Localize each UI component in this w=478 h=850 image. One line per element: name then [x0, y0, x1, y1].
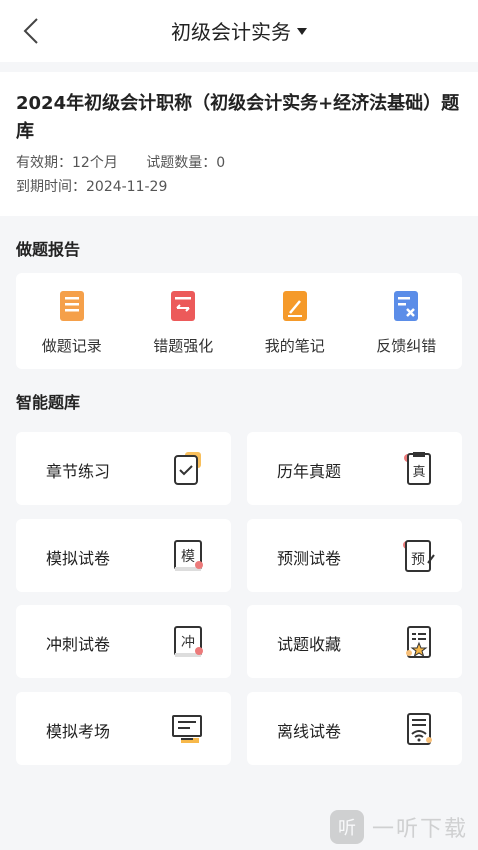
- tile-favorites[interactable]: 试题收藏: [247, 605, 462, 678]
- watermark: 听 一听下载: [329, 810, 468, 844]
- tile-label: 冲刺试卷: [46, 635, 111, 654]
- tile-chapter-practice[interactable]: 章节练习: [16, 432, 231, 505]
- forecast-paper-glyph: 预: [411, 552, 425, 568]
- report-item-wrong[interactable]: 错题强化: [128, 273, 240, 369]
- tile-past-papers[interactable]: 历年真题 真: [247, 432, 462, 505]
- offline-paper-icon: [398, 710, 438, 748]
- tile-mock-paper[interactable]: 模拟试卷 模: [16, 519, 231, 592]
- mock-paper-icon: 模: [167, 537, 207, 575]
- record-icon: [57, 289, 87, 323]
- tile-label: 历年真题: [277, 462, 342, 481]
- tile-offline-paper[interactable]: 离线试卷: [247, 692, 462, 765]
- past-papers-icon: 真: [398, 450, 438, 488]
- report-item-label: 错题强化: [153, 337, 214, 355]
- report-item-label: 反馈纠错: [376, 337, 437, 355]
- bank-meta-row: 有效期：12个月 试题数量：0: [16, 152, 462, 174]
- tile-label: 章节练习: [46, 462, 111, 481]
- watermark-text: 一听下载: [371, 817, 468, 842]
- report-item-record[interactable]: 做题记录: [16, 273, 128, 369]
- page-title: 初级会计实务: [171, 20, 291, 44]
- mock-paper-glyph: 模: [181, 549, 195, 565]
- tile-label: 模拟考场: [46, 722, 111, 741]
- tile-label: 模拟试卷: [46, 549, 111, 568]
- validity-text: 有效期：12个月: [16, 155, 118, 171]
- question-bank-title: 2024年初级会计职称（初级会计实务+经济法基础）题库: [16, 93, 460, 142]
- tile-label: 离线试卷: [277, 722, 342, 741]
- tile-sprint-paper[interactable]: 冲刺试卷 冲: [16, 605, 231, 678]
- question-count-text: 试题数量：0: [146, 155, 226, 171]
- report-item-label: 做题记录: [41, 337, 102, 355]
- smart-section-title: 智能题库: [16, 393, 81, 412]
- past-papers-glyph: 真: [412, 465, 425, 480]
- favorites-icon: [398, 623, 438, 661]
- expiry-text: 到期时间：2024-11-29: [16, 179, 168, 195]
- tile-label: 预测试卷: [277, 549, 342, 568]
- sprint-paper-glyph: 冲: [181, 635, 195, 651]
- feedback-icon: [391, 289, 421, 323]
- mock-exam-room-icon: [167, 710, 207, 748]
- report-section-title: 做题报告: [16, 240, 81, 259]
- report-item-feedback[interactable]: 反馈纠错: [351, 273, 463, 369]
- report-item-notes[interactable]: 我的笔记: [239, 273, 351, 369]
- tile-forecast-paper[interactable]: 预测试卷 预: [247, 519, 462, 592]
- watermark-logo: 听: [329, 810, 364, 844]
- report-item-label: 我的笔记: [264, 337, 325, 355]
- subject-selector[interactable]: 初级会计实务: [0, 16, 478, 45]
- chapter-practice-icon: [167, 450, 207, 488]
- question-bank-info: 2024年初级会计职称（初级会计实务+经济法基础）题库 有效期：12个月 试题数…: [0, 72, 478, 216]
- report-panel: 做题记录 错题强化 我的笔记 反馈纠错: [16, 273, 462, 369]
- forecast-paper-icon: 预: [398, 537, 438, 575]
- caret-down-icon: [297, 28, 307, 35]
- tile-label: 试题收藏: [277, 635, 342, 654]
- sprint-paper-icon: 冲: [167, 623, 207, 661]
- wrong-question-icon: [168, 289, 198, 323]
- bank-expiry-row: 到期时间：2024-11-29: [16, 176, 462, 198]
- top-bar: 初级会计实务: [0, 0, 478, 62]
- tile-mock-exam-room[interactable]: 模拟考场: [16, 692, 231, 765]
- notes-icon: [280, 289, 310, 323]
